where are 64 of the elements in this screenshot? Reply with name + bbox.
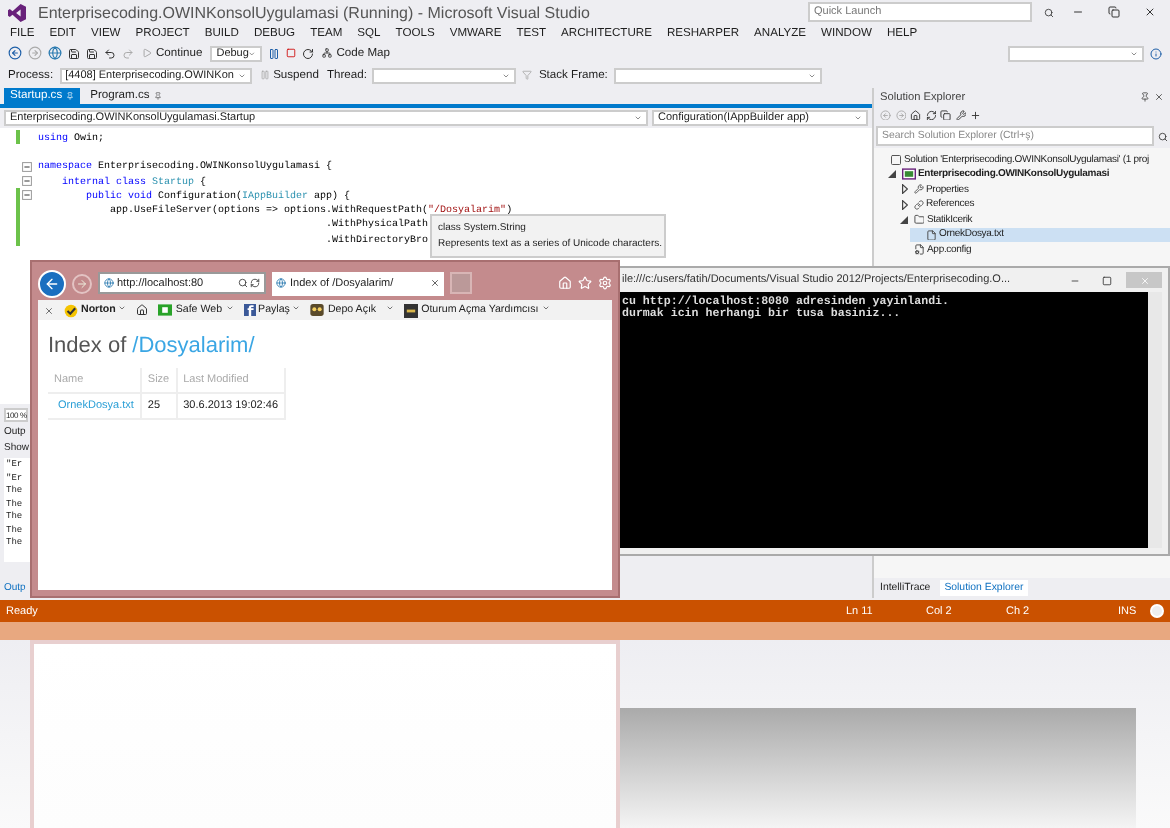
expanded-arrow-icon[interactable] (900, 215, 908, 224)
caret-icon (248, 49, 257, 57)
info-icon[interactable] (1150, 47, 1162, 59)
check-badge-icon (64, 303, 78, 317)
collapse-icon[interactable] (21, 176, 31, 187)
page-icon (276, 278, 286, 288)
refresh-icon (250, 278, 260, 288)
wrench-icon (913, 184, 923, 195)
stop-icon[interactable] (286, 48, 297, 58)
collapsed-arrow-icon[interactable] (901, 184, 907, 195)
search-icon[interactable] (1158, 131, 1168, 141)
home-icon (136, 304, 149, 316)
scrollbar[interactable] (1148, 292, 1162, 548)
refresh-icon[interactable] (925, 109, 936, 121)
search-icon (237, 278, 247, 288)
folder-icon (913, 214, 924, 225)
back-icon[interactable] (8, 46, 22, 60)
pin-icon[interactable] (1140, 92, 1150, 102)
diagram-icon (322, 48, 333, 58)
globe-icon[interactable] (48, 46, 62, 60)
references-icon (913, 199, 923, 210)
page-icon (104, 278, 114, 288)
owl-icon (310, 304, 325, 316)
page-heading: Index of (48, 334, 127, 358)
home-icon[interactable] (910, 109, 921, 121)
save-all-icon[interactable] (86, 47, 98, 59)
settings-icon[interactable] (598, 276, 612, 290)
collapse-icon[interactable] (21, 161, 31, 172)
expanded-arrow-icon[interactable] (888, 170, 896, 179)
restore-icon (1108, 6, 1120, 18)
collapsed-arrow-icon[interactable] (901, 199, 907, 210)
favorites-item[interactable] (136, 304, 149, 316)
minimize-icon (1072, 6, 1084, 18)
file-icon (925, 229, 936, 240)
pin-icon (153, 92, 162, 100)
back-button[interactable] (38, 269, 66, 297)
notification-icon[interactable] (1150, 604, 1164, 618)
pause-icon (259, 70, 270, 80)
save-icon[interactable] (68, 47, 80, 59)
pin-icon (66, 92, 75, 100)
maximize-icon (1101, 275, 1111, 285)
wrench-icon[interactable] (955, 109, 966, 121)
arrow-left-icon (44, 275, 60, 291)
window-title: Enterprisecoding.OWINKonsolUygulamasi (Running) - Microsoft Visual Studio (38, 3, 590, 21)
pause-icon[interactable] (268, 47, 281, 59)
key-square-icon (404, 303, 419, 317)
restart-icon[interactable] (302, 47, 315, 59)
undo-icon[interactable] (104, 47, 116, 59)
config-file-icon (913, 244, 924, 255)
project-icon (901, 168, 915, 181)
restore-button[interactable] (1102, 2, 1126, 22)
app-logo-icon (8, 3, 26, 21)
close-icon (1144, 6, 1156, 18)
arrow-right-icon (76, 277, 88, 289)
plus-icon[interactable] (970, 109, 981, 121)
collapse-all-icon[interactable] (940, 109, 951, 121)
solution-icon (889, 153, 901, 166)
search-icon[interactable] (1044, 7, 1054, 17)
collapse-icon[interactable] (21, 190, 31, 201)
star-icon[interactable] (578, 276, 592, 290)
share-square-icon (243, 304, 256, 316)
play-icon (142, 48, 152, 58)
minimize-icon (1069, 275, 1079, 285)
shield-square-icon (158, 304, 173, 316)
